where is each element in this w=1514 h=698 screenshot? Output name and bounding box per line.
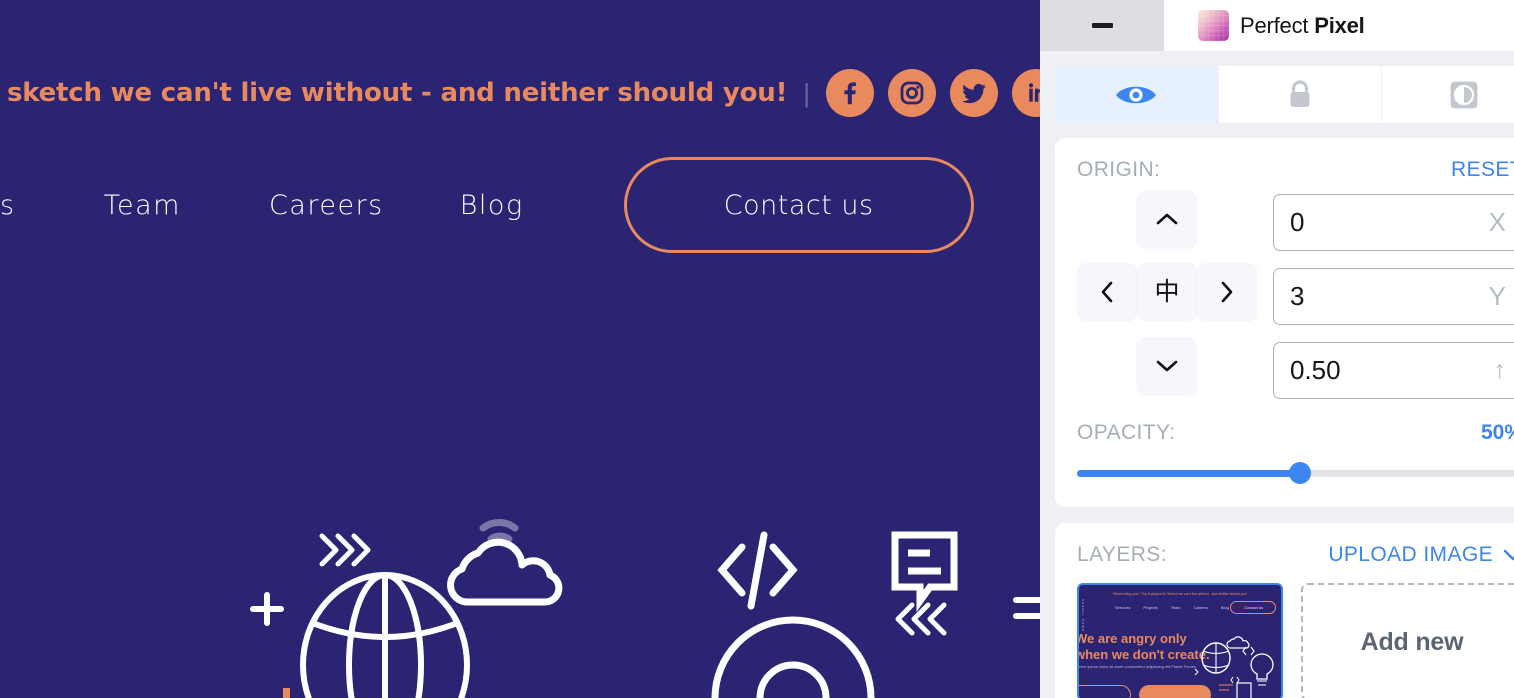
move-up-button[interactable]	[1137, 190, 1197, 247]
opacity-slider[interactable]	[1077, 462, 1514, 484]
nav-item-team[interactable]: Team	[104, 190, 181, 221]
brand-title-first: Perfect	[1240, 12, 1315, 38]
move-right-button[interactable]	[1197, 263, 1257, 320]
origin-scale-input[interactable]	[1290, 355, 1486, 386]
contact-us-button[interactable]: Contact us	[623, 157, 974, 253]
opacity-value: 50%	[1480, 421, 1514, 444]
origin-fields: X Y ↑	[1273, 190, 1514, 399]
origin-x-input[interactable]	[1290, 207, 1481, 238]
eye-icon	[1116, 86, 1157, 103]
origin-dpad: 中	[1077, 190, 1257, 396]
chevron-down-icon	[1503, 549, 1514, 560]
nav-item-careers[interactable]: Careers	[269, 190, 384, 221]
layer-thumbnail[interactable]: Recent blog post · Top 8 plugins for Ske…	[1077, 583, 1283, 698]
chevron-left-icon	[1101, 281, 1113, 302]
center-button[interactable]: 中	[1137, 263, 1197, 320]
origin-body: 中 X Y	[1077, 190, 1514, 399]
plus-icon	[250, 592, 284, 626]
minimize-button[interactable]	[1040, 0, 1164, 51]
layers-list: Recent blog post · Top 8 plugins for Ske…	[1077, 583, 1514, 698]
layer-thumbnail-preview: Recent blog post · Top 8 plugins for Ske…	[1079, 585, 1281, 698]
add-new-layer-button[interactable]: Add new	[1301, 583, 1514, 698]
nav-item-blog[interactable]: Blog	[460, 190, 524, 221]
opacity-slider-knob[interactable]	[1289, 462, 1311, 484]
opacity-header: OPACITY: 50%	[1077, 421, 1514, 445]
thumb-banner-text: Recent blog post · Top 8 plugins for Ske…	[1113, 592, 1247, 596]
brand: Perfect Pixel	[1198, 10, 1365, 41]
tab-visibility[interactable]	[1055, 66, 1219, 123]
origin-scale-field[interactable]: ↑	[1273, 342, 1514, 399]
upload-image-label: UPLOAD IMAGE	[1328, 543, 1493, 566]
thumb-side-label: SCROLL DOWN	[1081, 599, 1085, 633]
chevron-right-icon	[1221, 281, 1233, 302]
thumb-cta: Contact us	[1230, 601, 1276, 614]
code-icon	[717, 531, 798, 610]
announcement-text: sketch we can't live without - and neith…	[6, 78, 788, 108]
brand-title-second: Pixel	[1314, 12, 1365, 38]
origin-header: ORIGIN: RESET	[1077, 158, 1514, 182]
brand-title: Perfect Pixel	[1240, 13, 1365, 39]
layers-label: LAYERS:	[1077, 543, 1167, 566]
cloud-icon	[447, 538, 563, 606]
thumb-button-outline	[1079, 685, 1131, 698]
chevrons-left-icon	[895, 602, 947, 636]
globe-icon	[300, 572, 470, 698]
wifi-icon	[479, 519, 519, 543]
site-nav: s Team Careers Blog Contact us	[0, 157, 1060, 253]
accent-mark	[283, 688, 290, 698]
upload-image-button[interactable]: UPLOAD IMAGE	[1328, 543, 1514, 567]
layers-header: LAYERS: UPLOAD IMAGE	[1077, 543, 1514, 567]
reset-button[interactable]: RESET	[1451, 158, 1514, 182]
thumb-nav-3: Careers	[1193, 605, 1208, 610]
origin-x-unit: X	[1488, 207, 1506, 237]
twitter-icon[interactable]	[950, 69, 998, 117]
thumb-subtext: Lorem ipsum dolor sit amet consectetur a…	[1077, 664, 1196, 669]
origin-y-field[interactable]: Y	[1273, 268, 1514, 325]
move-left-button[interactable]	[1077, 263, 1137, 320]
chevrons-right-icon	[319, 533, 371, 567]
panel-header: Perfect Pixel	[1040, 0, 1514, 51]
scale-arrow-icon: ↑	[1493, 356, 1507, 384]
move-down-button[interactable]	[1137, 337, 1197, 394]
layers-card: LAYERS: UPLOAD IMAGE Recent blog post · …	[1055, 523, 1514, 698]
lightbulb-icon	[711, 616, 875, 698]
thumb-cta-label: Contact us	[1244, 605, 1264, 610]
panel-tabs	[1055, 66, 1514, 123]
origin-card: ORIGIN: RESET 中	[1055, 138, 1514, 507]
nav-item-0[interactable]: s	[0, 190, 16, 221]
announcement-separator: |	[803, 77, 810, 108]
site-announcement-bar: sketch we can't live without - and neith…	[0, 62, 1060, 124]
social-links	[826, 69, 1060, 117]
thumb-nav: Services Projects Team Careers Blog	[1115, 605, 1229, 610]
opacity-label: OPACITY:	[1077, 421, 1176, 444]
origin-y-unit: Y	[1488, 281, 1506, 311]
contrast-icon	[1450, 81, 1478, 108]
hero-illustration	[0, 440, 1060, 698]
screen: sketch we can't live without - and neith…	[0, 0, 1514, 698]
tab-lock[interactable]	[1219, 66, 1383, 123]
chevron-up-icon	[1156, 213, 1178, 224]
instagram-icon[interactable]	[888, 69, 936, 117]
perfect-pixel-panel: Perfect Pixel ORIGIN: RESE 中 0 X 3 Y 0.5…	[1040, 0, 1514, 698]
thumb-nav-2: Team	[1170, 605, 1181, 610]
thumb-nav-0: Services	[1114, 605, 1131, 610]
chat-icon	[891, 531, 958, 612]
chevron-down-icon	[1156, 360, 1178, 371]
center-icon: 中	[1154, 277, 1180, 306]
minimize-icon	[1091, 23, 1113, 28]
opacity-slider-fill	[1077, 470, 1300, 477]
thumb-nav-4: Blog	[1220, 605, 1229, 610]
origin-label: ORIGIN:	[1077, 158, 1161, 181]
thumb-nav-1: Projects	[1143, 605, 1158, 610]
tab-invert[interactable]	[1382, 66, 1514, 123]
origin-x-field[interactable]: X	[1273, 194, 1514, 251]
perfect-pixel-logo-icon	[1198, 10, 1229, 41]
facebook-icon[interactable]	[826, 69, 874, 117]
origin-y-input[interactable]	[1290, 281, 1481, 312]
thumb-illustration	[1194, 636, 1274, 698]
lock-icon	[1290, 79, 1310, 107]
